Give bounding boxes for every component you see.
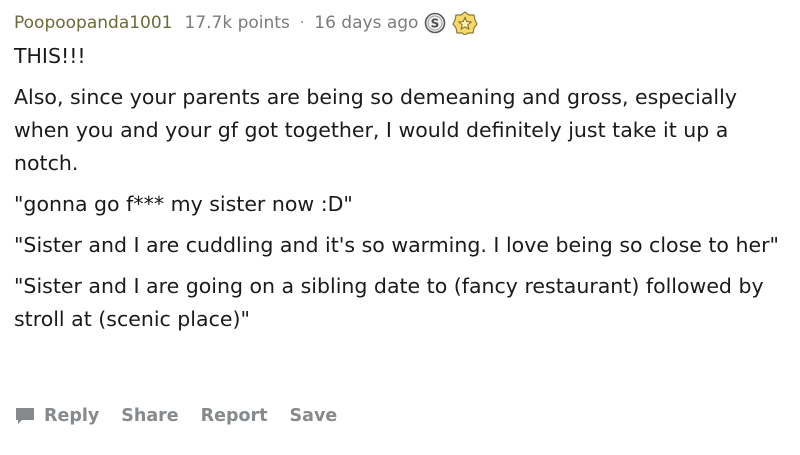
comment-paragraph: "Sister and I are going on a sibling dat… (14, 274, 764, 331)
comment-actions: Reply Share Report Save (14, 406, 359, 426)
report-button[interactable]: Report (201, 406, 268, 426)
save-label: Save (289, 406, 338, 426)
silver-award-icon[interactable]: S (424, 12, 446, 34)
comment-paragraph: THIS!!! (14, 44, 86, 68)
comment-paragraph: "gonna go f*** my sister now :D" (14, 192, 353, 216)
author-name[interactable]: Poopoopanda1001 (14, 13, 173, 33)
comment-paragraph: Also, since your parents are being so de… (14, 85, 737, 175)
meta-separator: · (299, 15, 305, 31)
helpful-award-icon[interactable] (452, 11, 479, 35)
report-label: Report (200, 406, 268, 426)
comment-body: THIS!!! Also, since your parents are bei… (14, 40, 784, 336)
points-count: 17.7k points (184, 13, 290, 33)
share-label: Share (121, 406, 179, 426)
save-button[interactable]: Save (290, 406, 338, 426)
comment: Poopoopanda1001 17.7k points · 16 days a… (0, 0, 800, 455)
comment-paragraph: "Sister and I are cuddling and it's so w… (14, 233, 779, 257)
timestamp[interactable]: 16 days ago (314, 13, 418, 33)
comment-meta: Poopoopanda1001 17.7k points · 16 days a… (14, 6, 784, 40)
share-button[interactable]: Share (121, 406, 178, 426)
comment-bubble-icon (14, 406, 36, 426)
svg-text:S: S (431, 17, 440, 31)
reply-button[interactable]: Reply (14, 406, 99, 426)
reply-label: Reply (44, 406, 100, 426)
